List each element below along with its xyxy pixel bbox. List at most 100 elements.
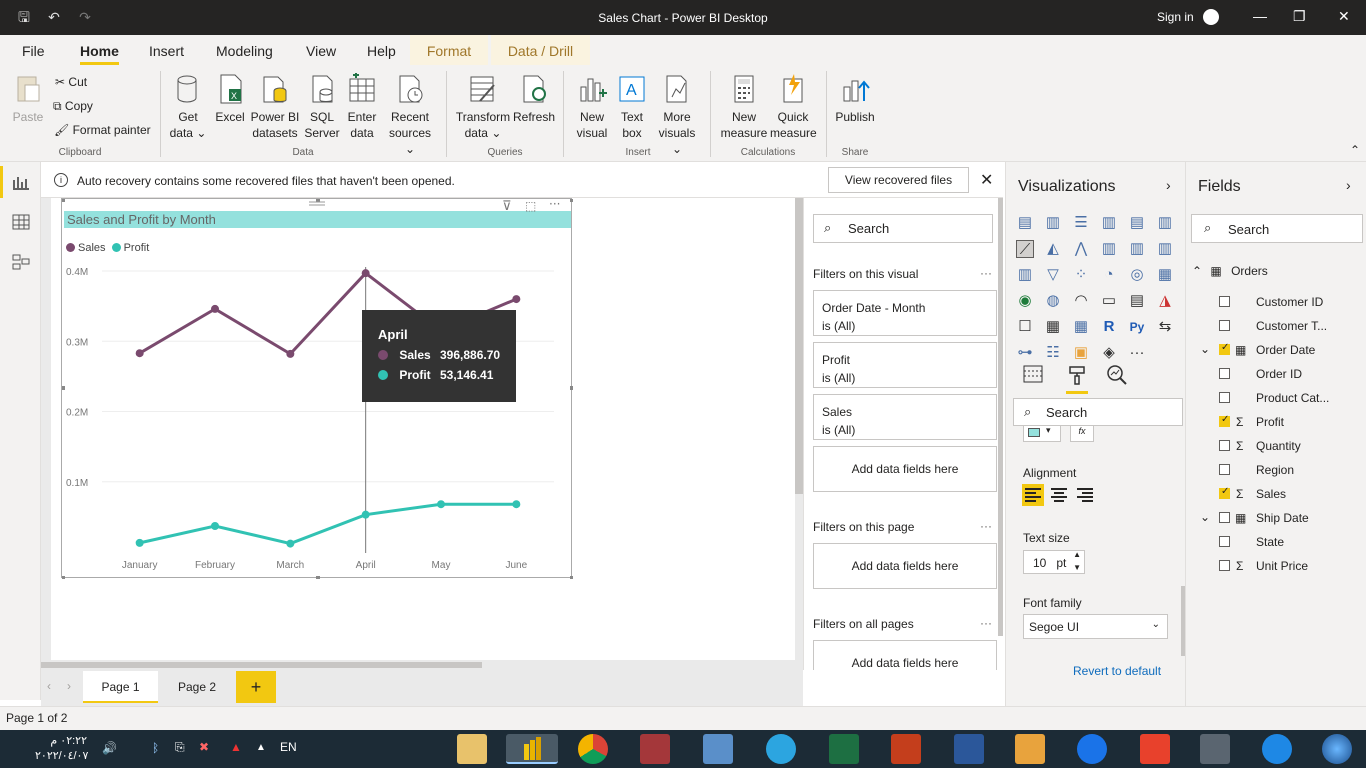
usb-icon[interactable]: ⎘	[175, 740, 185, 755]
expand-icon[interactable]: ⌄	[1200, 342, 1210, 356]
menu-data-drill[interactable]: Data / Drill	[491, 35, 590, 65]
field-checkbox[interactable]	[1219, 368, 1230, 379]
100-column-visual-icon[interactable]: ▥	[1156, 214, 1174, 232]
sign-in-link[interactable]: Sign in	[1157, 10, 1194, 24]
close-icon[interactable]: ✕	[1338, 8, 1350, 25]
file-explorer-icon[interactable]	[457, 734, 487, 764]
decomposition-tree-visual-icon[interactable]: ⊶	[1016, 344, 1034, 362]
collapse-icon[interactable]: ⌃	[1192, 264, 1202, 278]
ribbon-visual-icon[interactable]: ▥	[1156, 240, 1174, 258]
excel-app-icon[interactable]	[829, 734, 859, 764]
field-item-unit-price[interactable]: Σ Unit Price	[1186, 559, 1366, 577]
key-influencers-visual-icon[interactable]: ⇆	[1156, 318, 1174, 336]
field-checkbox[interactable]	[1219, 414, 1230, 427]
refresh-button[interactable]: Refresh	[513, 73, 555, 125]
powerpoint-icon[interactable]	[891, 734, 921, 764]
filters-search-input[interactable]: ⌕ Search	[813, 214, 993, 243]
network-icon[interactable]: ✖	[199, 740, 209, 754]
field-checkbox[interactable]	[1219, 392, 1230, 403]
pie-visual-icon[interactable]: ◔	[1100, 266, 1118, 284]
100-bar-visual-icon[interactable]: ▤	[1128, 214, 1146, 232]
paginated-visual-icon[interactable]: ◈	[1100, 344, 1118, 362]
more-options-icon[interactable]: ···	[980, 266, 992, 280]
filled-map-visual-icon[interactable]: ◍	[1044, 292, 1062, 310]
app-icon[interactable]	[1200, 734, 1230, 764]
paste-button[interactable]: Paste	[12, 73, 44, 125]
system-clock[interactable]: ٠٢:٢٢ م ٢٠٢٢/٠٤/٠٧	[35, 734, 88, 764]
field-checkbox[interactable]	[1219, 464, 1230, 475]
account-icon[interactable]	[1203, 9, 1219, 25]
font-family-dropdown[interactable]: Segoe UI ⌄	[1023, 614, 1168, 639]
stacked-bar-visual-icon[interactable]: ▤	[1016, 214, 1034, 232]
field-item-ship-date[interactable]: ⌄ ▦ Ship Date	[1186, 510, 1366, 529]
field-item-order-id[interactable]: Order ID	[1186, 367, 1366, 385]
recent-sources-button[interactable]: Recent sources ⌄	[383, 73, 437, 157]
table-orders[interactable]: ⌃ ▦ Orders	[1192, 264, 1268, 278]
format-painter-button[interactable]: 🖌 Format painter	[54, 123, 151, 137]
access-icon[interactable]	[640, 734, 670, 764]
new-visual-button[interactable]: New visual	[573, 73, 611, 141]
filter-card-profit[interactable]: Profit is (All)	[813, 342, 997, 388]
r-visual-visual-icon[interactable]: R	[1100, 318, 1118, 336]
view-recovered-files-button[interactable]: View recovered files	[828, 167, 969, 193]
volume-icon[interactable]: 🔊	[102, 741, 117, 755]
new-measure-button[interactable]: New measure	[720, 73, 768, 141]
kpi-visual-icon[interactable]: ◮	[1156, 292, 1174, 310]
line-clustered-visual-icon[interactable]: ▥	[1128, 240, 1146, 258]
stacked-column-visual-icon[interactable]: ▥	[1044, 214, 1062, 232]
menu-format[interactable]: Format	[410, 35, 488, 65]
more-options-icon[interactable]: ···	[549, 199, 560, 211]
donut-visual-icon[interactable]: ◎	[1128, 266, 1146, 284]
menu-file[interactable]: File	[22, 43, 45, 59]
stacked-area-visual-icon[interactable]: ⋀	[1072, 240, 1090, 258]
field-checkbox[interactable]	[1219, 342, 1230, 355]
expand-icon[interactable]: ⌄	[1200, 510, 1210, 524]
fields-well-tab-icon[interactable]	[1022, 364, 1044, 387]
increment-icon[interactable]: ▲	[1073, 550, 1081, 559]
add-all-pages-filter-drop[interactable]: Add data fields here	[813, 640, 997, 670]
filters-scrollbar[interactable]	[998, 198, 1003, 636]
align-right-button[interactable]	[1074, 484, 1096, 506]
more-options-icon[interactable]: ···	[980, 616, 992, 630]
scatter-visual-icon[interactable]: ⁘	[1072, 266, 1090, 284]
table-visual-icon[interactable]: ▦	[1044, 318, 1062, 336]
report-view-icon[interactable]	[12, 174, 30, 190]
field-item-order-date[interactable]: ⌄ ▦ Order Date	[1186, 342, 1366, 361]
publish-button[interactable]: Publish	[834, 73, 876, 125]
field-checkbox[interactable]	[1219, 512, 1230, 523]
clustered-column-visual-icon[interactable]: ▥	[1100, 214, 1118, 232]
add-visual-filter-drop[interactable]: Add data fields here	[813, 446, 997, 492]
filter-icon[interactable]: ⊽	[502, 199, 512, 214]
revert-to-default-link[interactable]: Revert to default	[1073, 664, 1161, 678]
field-item-customer-t[interactable]: Customer T...	[1186, 319, 1366, 337]
focus-mode-icon[interactable]: ⬚	[525, 199, 536, 213]
add-page-button[interactable]: +	[236, 671, 276, 703]
multi-row-card-visual-icon[interactable]: ▤	[1128, 292, 1146, 310]
font-color-picker[interactable]: ▾	[1023, 425, 1061, 442]
next-page-icon[interactable]: ›	[67, 679, 71, 693]
field-item-region[interactable]: Region	[1186, 463, 1366, 481]
media-player-icon[interactable]	[1015, 734, 1045, 764]
anydesk-icon[interactable]	[1140, 734, 1170, 764]
map-visual-icon[interactable]: ◉	[1016, 292, 1034, 310]
field-checkbox[interactable]	[1219, 536, 1230, 547]
language-indicator[interactable]: EN	[280, 740, 297, 754]
word-icon[interactable]	[954, 734, 984, 764]
quick-measure-button[interactable]: Quick measure	[770, 73, 817, 141]
show-hidden-icons[interactable]: ▲	[256, 742, 266, 753]
field-item-sales[interactable]: Σ Sales	[1186, 486, 1366, 505]
align-center-button[interactable]	[1048, 484, 1070, 506]
menu-insert[interactable]: Insert	[149, 43, 184, 59]
powerbi-datasets-button[interactable]: Power BI datasets	[250, 73, 300, 141]
field-checkbox[interactable]	[1219, 320, 1230, 331]
decrement-icon[interactable]: ▼	[1073, 563, 1081, 572]
analytics-tab-icon[interactable]	[1106, 364, 1128, 389]
menu-help[interactable]: Help	[367, 43, 396, 59]
line-column-visual-icon[interactable]: ▥	[1100, 240, 1118, 258]
restore-icon[interactable]: ❐	[1293, 8, 1306, 25]
collapse-pane-icon[interactable]: ›	[1166, 177, 1171, 193]
field-checkbox[interactable]	[1219, 296, 1230, 307]
sql-server-button[interactable]: SQL Server	[303, 73, 341, 141]
matrix-visual-icon[interactable]: ▦	[1072, 318, 1090, 336]
more-visuals-button[interactable]: More visuals ⌄	[652, 73, 702, 157]
